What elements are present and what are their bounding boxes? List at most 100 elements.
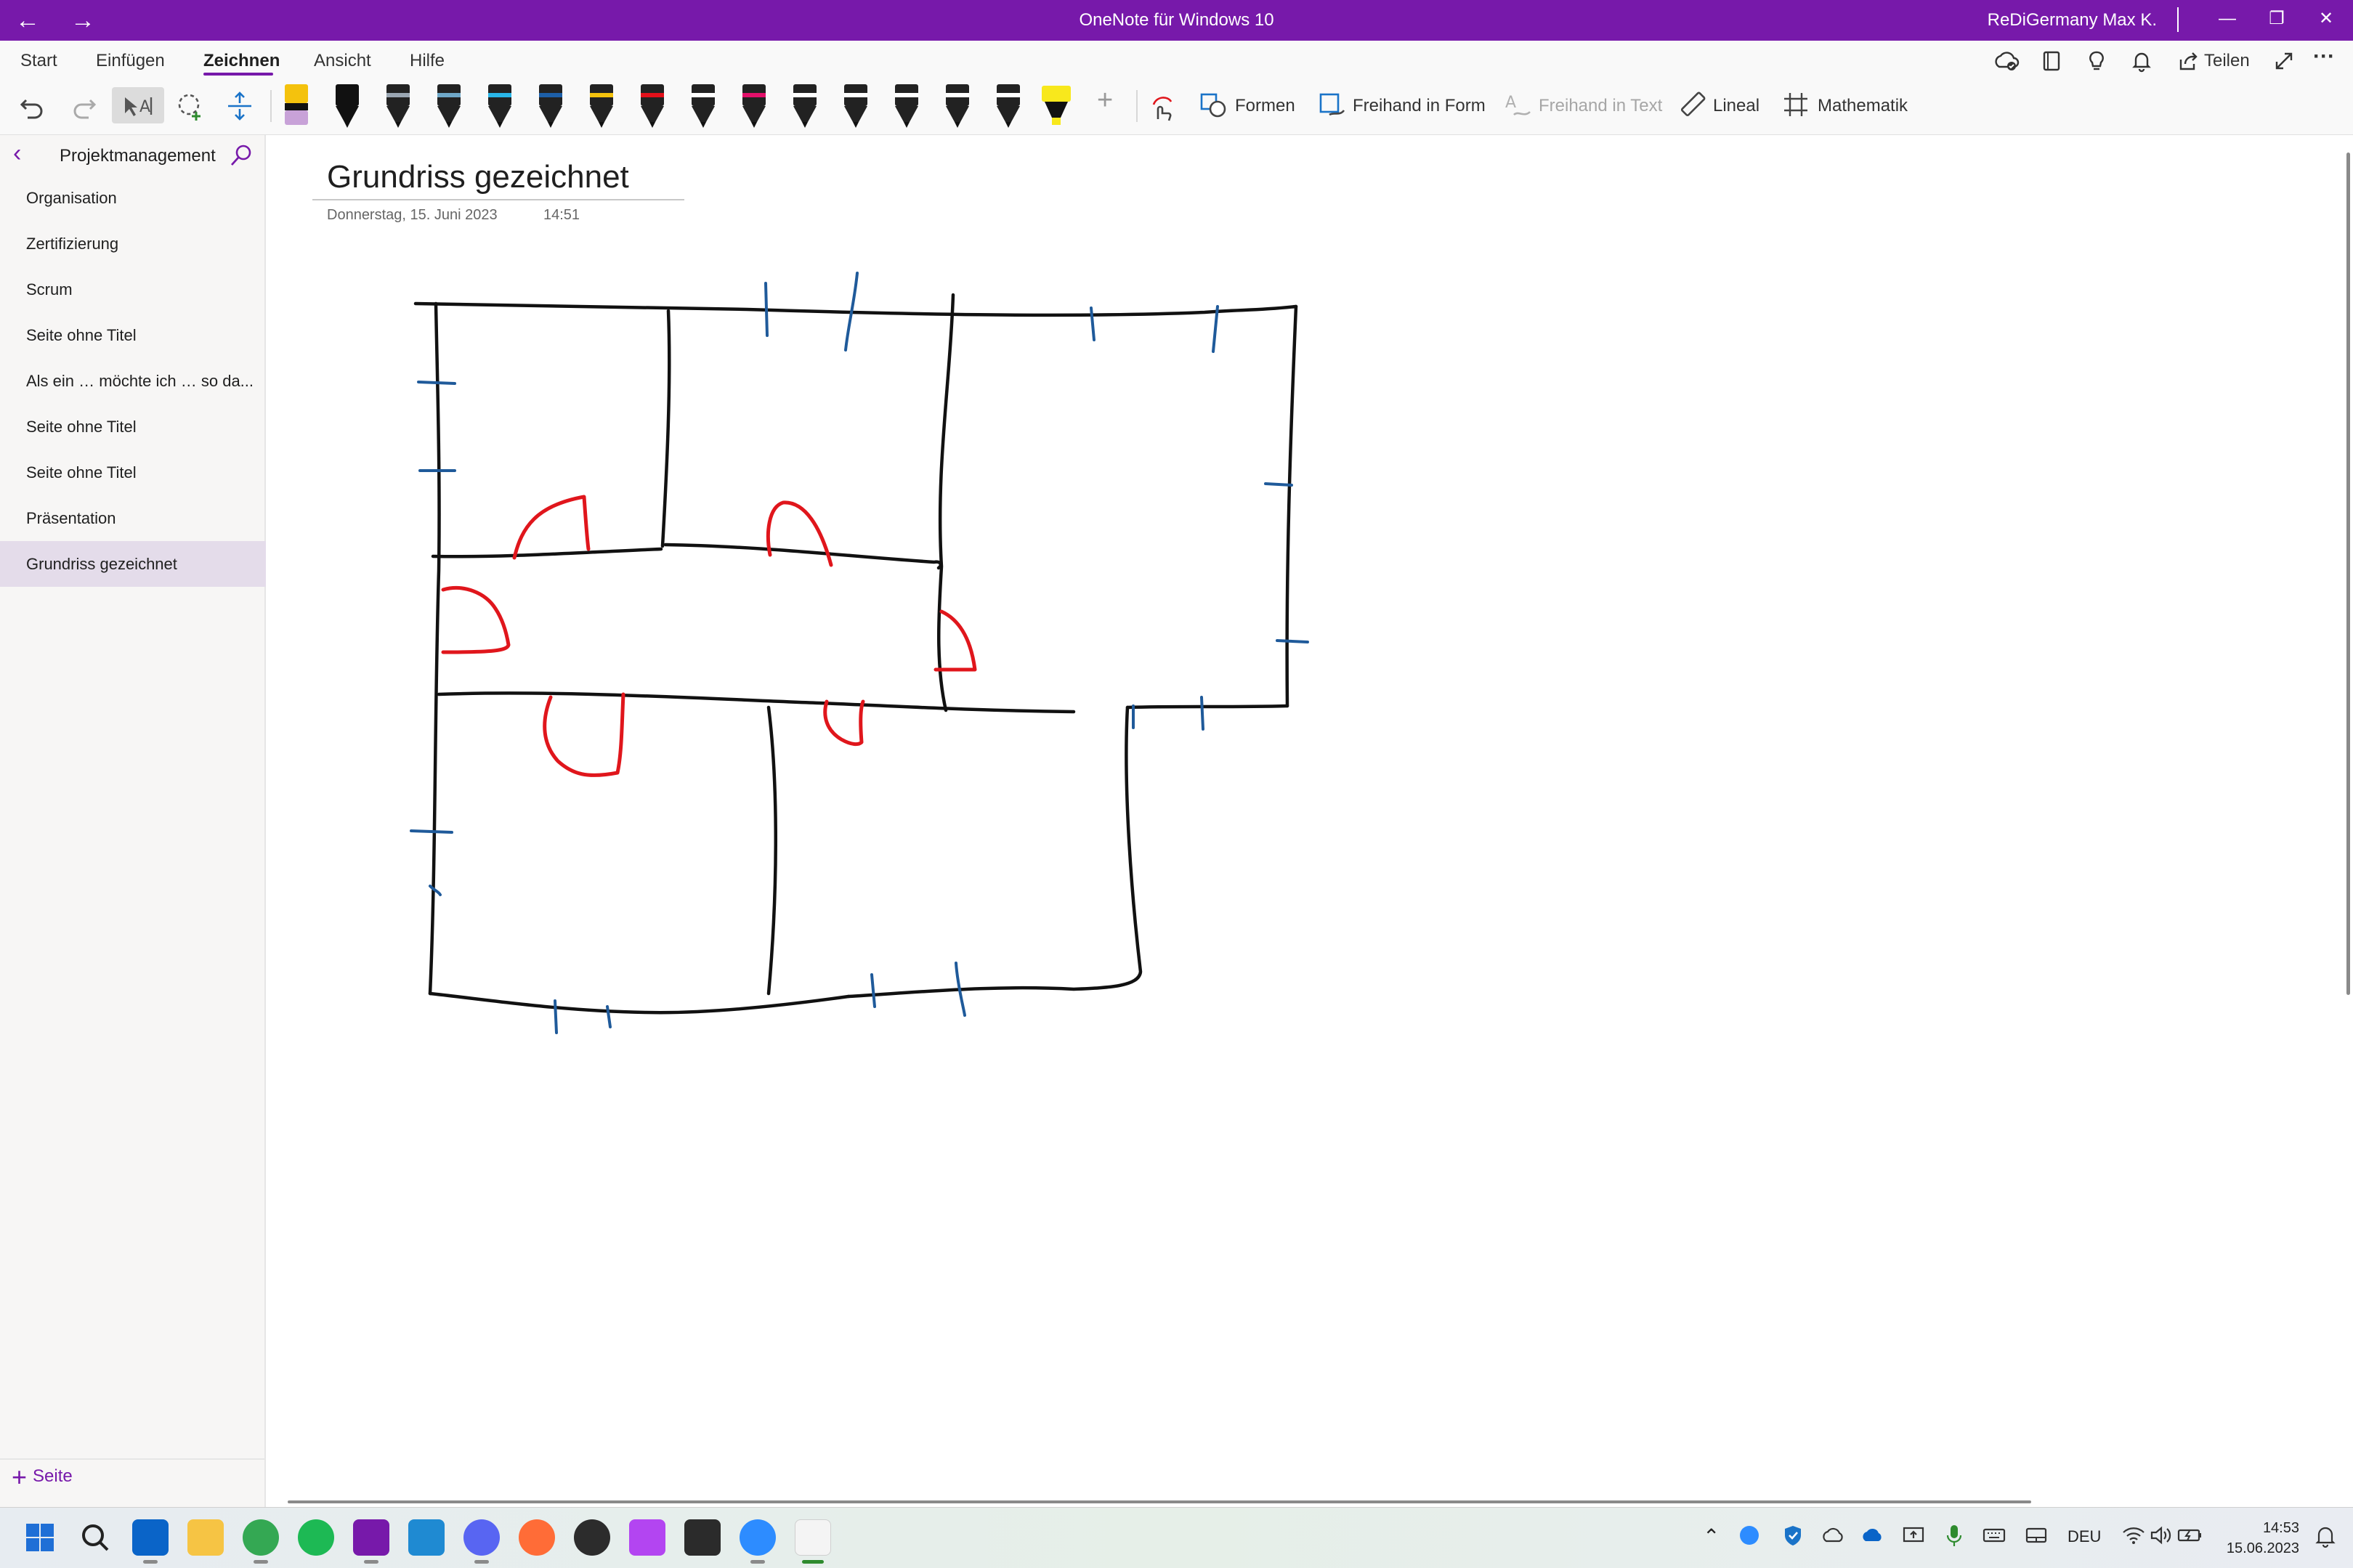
onenote-icon[interactable] xyxy=(353,1519,389,1556)
undo-icon[interactable] xyxy=(17,92,46,121)
tab-hilfe[interactable]: Hilfe xyxy=(410,49,445,73)
window-markers xyxy=(410,272,1309,1034)
pen-13[interactable] xyxy=(891,83,923,129)
search-icon[interactable] xyxy=(77,1519,113,1556)
touchpad-icon[interactable] xyxy=(2024,1524,2049,1547)
redo-icon[interactable] xyxy=(70,92,99,121)
share-icon[interactable] xyxy=(2176,49,2200,73)
hs-app-icon[interactable] xyxy=(574,1519,610,1556)
add-space-icon[interactable] xyxy=(225,90,254,122)
microphone-icon[interactable] xyxy=(1943,1522,1966,1548)
pages-sidebar: ‹ Projektmanagement Organisation Zertifiz… xyxy=(0,135,266,1507)
zoom-tray-icon[interactable] xyxy=(1738,1524,1761,1547)
notebooks-icon[interactable] xyxy=(2040,49,2063,73)
fullscreen-icon[interactable] xyxy=(2272,49,2296,73)
mathematik-button[interactable]: Mathematik xyxy=(1818,94,1908,118)
page-item[interactable]: Scrum xyxy=(0,267,266,312)
page-item[interactable]: Als ein … möchte ich … so da... xyxy=(0,358,266,404)
floor-plan-drawing[interactable] xyxy=(267,135,2353,1507)
pen-9[interactable] xyxy=(687,83,719,129)
spotify-icon[interactable] xyxy=(298,1519,334,1556)
postman-icon[interactable] xyxy=(519,1519,555,1556)
pen-8[interactable] xyxy=(636,83,668,129)
add-pen-icon[interactable]: + xyxy=(1097,86,1113,114)
search-icon[interactable] xyxy=(228,142,254,168)
notification-center-icon[interactable] xyxy=(2313,1524,2338,1548)
shapes-icon[interactable] xyxy=(1199,90,1228,119)
keyboard-icon[interactable] xyxy=(1982,1524,2006,1547)
pen-11[interactable] xyxy=(789,83,821,129)
ruler-icon[interactable] xyxy=(1678,90,1707,119)
discord-icon[interactable] xyxy=(463,1519,500,1556)
page-item[interactable]: Grundriss gezeichnet xyxy=(0,541,266,587)
pen-5[interactable] xyxy=(484,83,516,129)
freihand-in-form-button[interactable]: Freihand in Form xyxy=(1353,94,1486,118)
pen-6[interactable] xyxy=(535,83,567,129)
explorer-icon[interactable] xyxy=(187,1519,224,1556)
pen-2[interactable] xyxy=(331,83,363,129)
input-language[interactable]: DEU xyxy=(2068,1525,2101,1548)
window-mark xyxy=(870,973,876,1008)
horizontal-scrollbar[interactable] xyxy=(288,1500,2031,1503)
page-item[interactable]: Zertifizierung xyxy=(0,221,266,267)
minimize-button[interactable]: — xyxy=(2206,4,2249,33)
lightbulb-icon[interactable] xyxy=(2085,49,2108,73)
pen-4[interactable] xyxy=(433,83,465,129)
pen-3[interactable] xyxy=(382,83,414,129)
restore-button[interactable]: ❐ xyxy=(2255,4,2299,33)
cloud-outline-icon[interactable] xyxy=(1821,1524,1845,1547)
tab-start[interactable]: Start xyxy=(20,49,57,73)
lasso-select-icon[interactable] xyxy=(174,90,206,122)
pen-7[interactable] xyxy=(586,83,617,129)
tab-zeichnen[interactable]: Zeichnen xyxy=(203,49,280,73)
pen-15[interactable] xyxy=(992,83,1024,129)
vertical-scrollbar[interactable] xyxy=(2346,153,2350,995)
blank-app-icon[interactable] xyxy=(795,1519,831,1556)
start-icon[interactable] xyxy=(22,1519,58,1556)
battery-charging-icon[interactable] xyxy=(2176,1524,2204,1547)
zoom-icon[interactable] xyxy=(740,1519,776,1556)
note-canvas[interactable]: Grundriss gezeichnet Donnerstag, 15. Jun… xyxy=(267,135,2353,1507)
pen-1[interactable] xyxy=(280,83,312,129)
highlighter-pen[interactable] xyxy=(1040,83,1072,129)
more-options-icon[interactable]: ··· xyxy=(2313,45,2335,68)
tab-ansicht[interactable]: Ansicht xyxy=(314,49,371,73)
volume-icon[interactable] xyxy=(2149,1524,2174,1547)
account-name[interactable]: ReDiGermany Max K. xyxy=(1988,9,2157,32)
phpstorm-icon[interactable] xyxy=(629,1519,665,1556)
wifi-icon[interactable] xyxy=(2121,1524,2146,1547)
onedrive-icon[interactable] xyxy=(1860,1524,1884,1547)
cursor-text-icon: A xyxy=(125,97,153,116)
pen-10[interactable] xyxy=(738,83,770,129)
page-item[interactable]: Seite ohne Titel xyxy=(0,450,266,495)
lineal-button[interactable]: Lineal xyxy=(1713,94,1759,118)
share-button[interactable]: Teilen xyxy=(2204,49,2250,73)
chrome-icon[interactable] xyxy=(243,1519,279,1556)
mail-icon[interactable] xyxy=(132,1519,169,1556)
formen-button[interactable]: Formen xyxy=(1235,94,1295,118)
ink-replay-icon[interactable] xyxy=(1146,90,1178,122)
page-item[interactable]: Seite ohne Titel xyxy=(0,312,266,358)
math-icon[interactable] xyxy=(1781,90,1810,119)
close-button[interactable]: ✕ xyxy=(2304,4,2348,33)
vscode-icon[interactable] xyxy=(408,1519,445,1556)
type-select-tool[interactable]: A xyxy=(112,87,164,123)
add-page-button[interactable]: + Seite xyxy=(12,1463,73,1490)
chevron-left-icon[interactable]: ‹ xyxy=(13,139,21,168)
sync-status-icon[interactable] xyxy=(1993,49,2020,73)
page-item[interactable]: Organisation xyxy=(0,175,266,221)
tray-overflow-icon[interactable]: ⌃ xyxy=(1703,1525,1720,1548)
tab-einfuegen[interactable]: Einfügen xyxy=(96,49,165,73)
pen-14[interactable] xyxy=(941,83,973,129)
ink-to-text-icon: A xyxy=(1505,94,1531,116)
terminal-icon[interactable] xyxy=(684,1519,721,1556)
page-item[interactable]: Seite ohne Titel xyxy=(0,404,266,450)
wall-room-divider-1 xyxy=(660,309,671,548)
system-clock[interactable]: 14:53 15.06.2023 xyxy=(2227,1518,2299,1559)
bell-icon[interactable] xyxy=(2130,49,2153,73)
page-item[interactable]: Präsentation xyxy=(0,495,266,541)
ink-to-shape-icon[interactable] xyxy=(1318,90,1347,119)
pen-12[interactable] xyxy=(840,83,872,129)
screen-share-icon[interactable] xyxy=(1902,1524,1925,1547)
defender-shield-icon[interactable] xyxy=(1781,1524,1805,1547)
